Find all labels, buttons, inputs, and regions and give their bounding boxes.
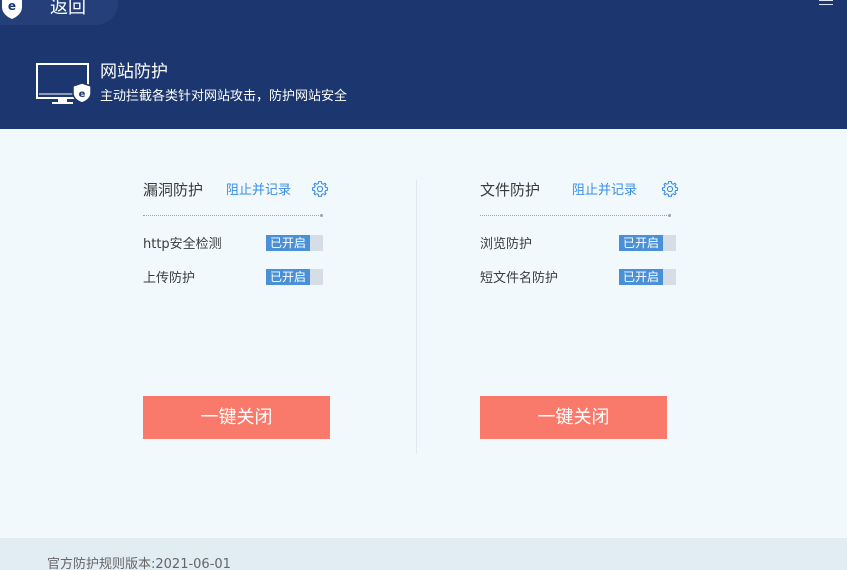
page-description: 主动拦截各类针对网站攻击，防护网站安全 xyxy=(100,89,348,104)
close-all-button[interactable]: 一键关闭 xyxy=(480,396,667,439)
toggle-status: 已开启 xyxy=(266,269,310,285)
setting-label: 短文件名防护 xyxy=(480,271,559,286)
toggle-status: 已开启 xyxy=(619,235,663,251)
section-divider xyxy=(480,214,671,217)
setting-label: http安全检测 xyxy=(143,237,222,252)
page-title: 网站防护 xyxy=(100,62,168,82)
upload-protection-toggle[interactable]: 已开启 xyxy=(266,269,323,285)
block-and-log-link[interactable]: 阻止并记录 xyxy=(226,182,291,200)
panel-title: 漏洞防护 xyxy=(143,181,204,199)
http-check-toggle[interactable]: 已开启 xyxy=(266,235,323,251)
panel-divider xyxy=(416,180,417,454)
browse-protection-toggle[interactable]: 已开启 xyxy=(619,235,676,251)
hamburger-menu-icon[interactable] xyxy=(819,0,833,8)
back-label[interactable]: 返回 xyxy=(50,0,86,19)
close-all-button[interactable]: 一键关闭 xyxy=(143,396,330,439)
block-and-log-link[interactable]: 阻止并记录 xyxy=(572,182,637,200)
setting-row-short-filename-protection: 短文件名防护 已开启 xyxy=(480,269,676,289)
back-button[interactable]: e 返回 xyxy=(0,0,118,25)
header: e 返回 e 网站防护 主动拦截各类针对网站攻击，防护网站安全 xyxy=(0,0,847,129)
gear-icon[interactable] xyxy=(661,180,679,198)
section-divider xyxy=(143,214,323,217)
setting-row-upload-protection: 上传防护 已开启 xyxy=(143,269,333,289)
rules-version: 官方防护规则版本:2021-06-01 xyxy=(47,557,231,570)
monitor-shield-icon: e xyxy=(36,63,92,104)
panel-title: 文件防护 xyxy=(480,181,541,199)
setting-label: 上传防护 xyxy=(143,271,196,286)
footer: 官方防护规则版本:2021-06-01 xyxy=(0,538,847,570)
shield-e-icon: e xyxy=(2,0,22,19)
setting-label: 浏览防护 xyxy=(480,237,533,252)
setting-row-http-check: http安全检测 已开启 xyxy=(143,235,333,255)
gear-icon[interactable] xyxy=(311,180,329,198)
toggle-status: 已开启 xyxy=(266,235,310,251)
badge-letter: e xyxy=(79,89,86,100)
short-filename-protection-toggle[interactable]: 已开启 xyxy=(619,269,676,285)
toggle-status: 已开启 xyxy=(619,269,663,285)
badge-letter: e xyxy=(8,0,16,13)
setting-row-browse-protection: 浏览防护 已开启 xyxy=(480,235,676,255)
